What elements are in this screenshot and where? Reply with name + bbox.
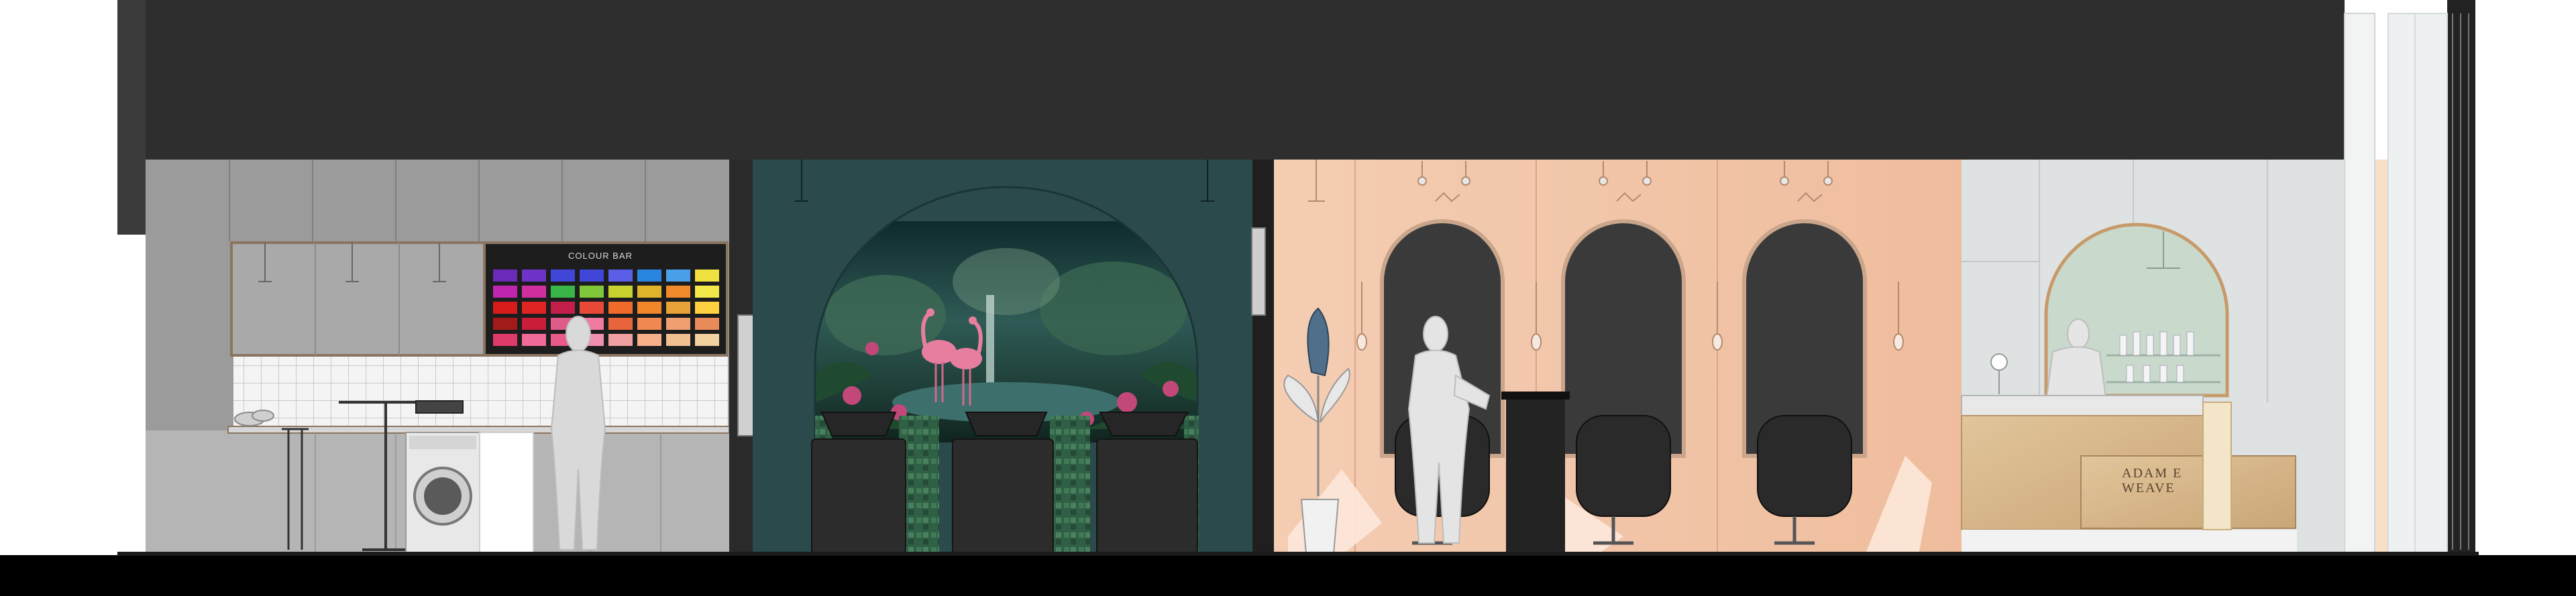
colour-swatch bbox=[695, 286, 719, 298]
jungle-mural-arch bbox=[815, 221, 1197, 442]
colour-swatch bbox=[522, 302, 546, 314]
elevation-svg: COLOUR BAR ADAM E WEAVE bbox=[0, 0, 2576, 596]
wash-chairs bbox=[811, 438, 1198, 556]
colour-swatch bbox=[493, 286, 517, 298]
right-panel-light bbox=[2344, 13, 2375, 556]
upper-cabinets bbox=[230, 241, 488, 357]
colour-swatch bbox=[637, 286, 661, 298]
colour-swatch bbox=[522, 270, 546, 282]
colour-swatch bbox=[637, 318, 661, 330]
ceiling-slab bbox=[117, 0, 2345, 160]
floor-band bbox=[0, 555, 2576, 596]
colour-swatch bbox=[493, 334, 517, 346]
cabinet-right bbox=[2202, 402, 2232, 530]
colour-swatch bbox=[551, 286, 575, 298]
colour-swatch bbox=[608, 334, 633, 346]
left-wall-end bbox=[117, 0, 146, 235]
reception-logo-line1: ADAM E bbox=[2122, 466, 2182, 481]
colour-swatch bbox=[695, 270, 719, 282]
colour-swatch bbox=[608, 270, 633, 282]
colour-swatch bbox=[637, 270, 661, 282]
green-tile-column-2 bbox=[1050, 416, 1090, 555]
colour-swatch bbox=[608, 318, 633, 330]
partition-dark-2 bbox=[1252, 160, 1274, 555]
wash-basin-icon bbox=[820, 412, 1189, 436]
logo-panel bbox=[2080, 455, 2296, 529]
reception-counter-top bbox=[1961, 395, 2204, 416]
reception-plinth bbox=[1962, 530, 2297, 555]
colour-swatch bbox=[666, 334, 690, 346]
colour-swatch bbox=[580, 302, 604, 314]
colour-swatch bbox=[522, 286, 546, 298]
colour-swatch bbox=[493, 270, 517, 282]
floor-edge bbox=[117, 552, 2479, 556]
colour-swatch bbox=[522, 318, 546, 330]
colour-swatch bbox=[608, 286, 633, 298]
colour-swatch bbox=[666, 318, 690, 330]
colour-swatch bbox=[666, 270, 690, 282]
colour-swatch bbox=[580, 286, 604, 298]
salon-elevation-drawing: COLOUR BAR ADAM E WEAVE bbox=[0, 0, 2576, 596]
colour-bar-backsplash bbox=[483, 355, 728, 429]
right-glazing bbox=[2387, 13, 2448, 556]
reception-logo-line2: WEAVE bbox=[2122, 481, 2176, 495]
tall-cabinet bbox=[479, 432, 534, 556]
colour-swatch bbox=[608, 302, 633, 314]
colour-swatch bbox=[493, 302, 517, 314]
colour-bar-sign: COLOUR BAR bbox=[568, 251, 633, 261]
colour-swatch bbox=[666, 286, 690, 298]
washing-machine-icon bbox=[405, 432, 480, 554]
colour-swatch bbox=[695, 302, 719, 314]
colour-swatch bbox=[637, 302, 661, 314]
door-frame-2 bbox=[1251, 227, 1266, 316]
colour-swatch bbox=[666, 302, 690, 314]
colour-swatch bbox=[580, 270, 604, 282]
colour-swatch bbox=[493, 318, 517, 330]
colour-swatch bbox=[695, 318, 719, 330]
colour-swatch bbox=[551, 302, 575, 314]
appliance-panel bbox=[415, 400, 464, 414]
colour-swatch bbox=[522, 334, 546, 346]
colour-swatch bbox=[637, 334, 661, 346]
colour-swatch bbox=[695, 334, 719, 346]
styling-station bbox=[1501, 392, 1570, 555]
colour-swatch bbox=[551, 270, 575, 282]
